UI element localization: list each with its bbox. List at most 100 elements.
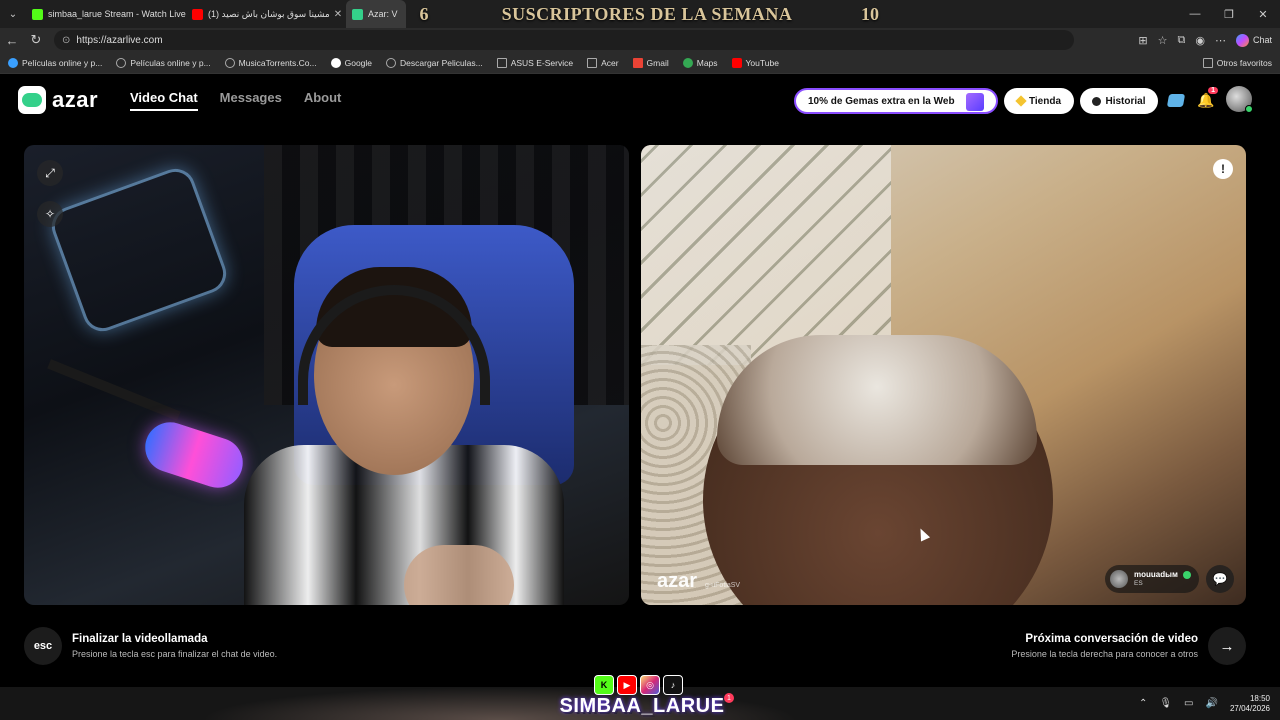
instagram-icon: ◎: [640, 675, 660, 695]
url-field[interactable]: ⊙ https://azarlive.com: [54, 30, 1074, 50]
bookmark-item[interactable]: Descargar Peliculas...: [386, 57, 483, 68]
bookmark-label: Google: [344, 57, 373, 68]
microphone-icon[interactable]: 🎙: [1159, 698, 1172, 709]
tab-kick-stream[interactable]: simbaa_larue Stream - Watch Live ✕: [26, 0, 186, 28]
site-info-icon[interactable]: ⊙: [62, 35, 70, 46]
tab-label: Azar: V: [368, 9, 398, 19]
azar-favicon-icon: [352, 8, 363, 20]
azar-logo-text: azar: [52, 87, 99, 112]
system-tray: ⌃ 🎙 ▭ 🔊 18:50 27/04/2026: [1139, 687, 1270, 720]
reload-icon[interactable]: ↻: [24, 28, 48, 52]
globe-icon: [386, 57, 397, 68]
globe-icon: [224, 57, 235, 68]
clock-icon: [1092, 96, 1102, 106]
bookmark-label: Descargar Peliculas...: [400, 57, 483, 68]
close-tab-icon[interactable]: ✕: [330, 9, 342, 20]
expand-icon[interactable]: ⤢: [37, 160, 63, 186]
shop-button[interactable]: Tienda: [1004, 88, 1074, 114]
minimize-icon[interactable]: —: [1178, 0, 1212, 28]
notifications-bell-icon[interactable]: 🔔 1: [1196, 87, 1218, 110]
azar-watermark: azar g-uFotiaSV: [657, 570, 740, 593]
bookmark-item[interactable]: Maps: [682, 57, 718, 68]
brand-badge: 1: [724, 693, 734, 703]
tab-youtube[interactable]: مشينا سوق بوشان باش نصيد (1) ✕: [186, 0, 346, 28]
subscribers-banner: 6 SUSCRIPTORES DE LA SEMANA 10: [412, 0, 882, 28]
next-chat-title: Próxima conversación de video: [1025, 633, 1198, 645]
partner-country: ES: [1134, 579, 1143, 587]
youtube-icon: [731, 57, 742, 68]
bookmark-item[interactable]: MusicaTorrents.Co...: [224, 57, 317, 68]
report-icon[interactable]: !: [1213, 159, 1233, 179]
gift-icon: [966, 93, 984, 111]
user-avatar[interactable]: [1226, 86, 1253, 113]
youtube-favicon-icon: [192, 8, 203, 20]
tab-label: simbaa_larue Stream - Watch Live: [48, 9, 186, 19]
chat-label: Chat: [1252, 35, 1272, 45]
streamer-name: SIMBAA_LARUE: [559, 695, 725, 717]
tiktok-icon: ♪: [663, 675, 683, 695]
notification-badge: 1: [1208, 87, 1218, 94]
next-chat-hint: Próxima conversación de video Presione l…: [1011, 627, 1246, 665]
effects-wand-icon[interactable]: ✧: [37, 201, 63, 227]
volume-icon[interactable]: 🔊: [1206, 698, 1218, 709]
history-label: Historial: [1105, 95, 1146, 107]
bookmark-label: Acer: [601, 57, 619, 68]
close-window-icon[interactable]: ✕: [1246, 0, 1280, 28]
network-icon[interactable]: ▭: [1184, 698, 1193, 709]
partner-avatar: [1110, 570, 1128, 588]
azar-header: azar Video Chat Messages About 10% de Ge…: [0, 74, 1280, 128]
nav-messages[interactable]: Messages: [220, 90, 282, 111]
gems-promo-button[interactable]: 10% de Gemas extra en la Web: [794, 88, 998, 114]
tab-list-icon[interactable]: ⌄: [0, 0, 26, 28]
banner-right-number: 10: [861, 3, 879, 24]
next-chat-arrow-icon[interactable]: →: [1208, 627, 1246, 665]
azar-logo-icon: [18, 86, 46, 114]
window-controls: — ❐ ✕: [1178, 0, 1280, 28]
back-icon[interactable]: ←: [0, 28, 24, 52]
nav-video-chat[interactable]: Video Chat: [130, 90, 198, 111]
maps-pin-icon: [682, 57, 693, 68]
chat-bubble-icon[interactable]: 💬: [1206, 565, 1234, 593]
end-call-hint: esc Finalizar la videollamada Presione l…: [24, 627, 277, 665]
more-icon[interactable]: ⋯: [1215, 34, 1226, 47]
bookmark-item[interactable]: Gmail: [632, 57, 669, 68]
tray-chevron-icon[interactable]: ⌃: [1139, 698, 1147, 709]
bookmark-item[interactable]: Películas online y p...: [8, 57, 103, 68]
collections-icon[interactable]: ⧉: [1178, 34, 1186, 47]
other-bookmarks-folder[interactable]: Otros favoritos: [1202, 57, 1272, 68]
profile-icon[interactable]: ◉: [1195, 34, 1205, 47]
restore-icon[interactable]: ❐: [1212, 0, 1246, 28]
end-call-button[interactable]: esc: [24, 627, 62, 665]
toolbar-icons: ⊞ ☆ ⧉ ◉ ⋯ Chat: [1138, 33, 1272, 47]
gems-balance-icon[interactable]: [1166, 90, 1186, 110]
partner-profile-pill[interactable]: mouuadым ES: [1105, 565, 1199, 593]
online-status-dot: [1245, 105, 1253, 113]
history-button[interactable]: Historial: [1080, 88, 1158, 114]
bookmark-item[interactable]: ASUS E-Service: [496, 57, 574, 68]
bookmark-label: MusicaTorrents.Co...: [238, 57, 317, 68]
other-bookmarks-label: Otros favoritos: [1216, 57, 1272, 68]
bookmark-label: ASUS E-Service: [510, 57, 574, 68]
bookmark-label: Películas online y p...: [22, 57, 103, 68]
bookmark-item[interactable]: Google: [330, 57, 373, 68]
bookmark-item[interactable]: YouTube: [731, 57, 779, 68]
bookmark-item[interactable]: Películas online y p...: [116, 57, 211, 68]
azar-logo[interactable]: azar: [18, 86, 98, 114]
url-text: https://azarlive.com: [76, 34, 163, 46]
taskbar-clock[interactable]: 18:50 27/04/2026: [1230, 694, 1270, 714]
favorite-star-icon[interactable]: ☆: [1158, 34, 1168, 47]
copilot-chat-button[interactable]: Chat: [1235, 33, 1272, 47]
bookmark-label: Películas online y p...: [130, 57, 211, 68]
clock-time: 18:50: [1249, 693, 1270, 703]
verified-icon: [1183, 571, 1191, 579]
bookmark-label: Maps: [696, 57, 718, 68]
next-chat-subtitle: Presione la tecla derecha para conocer a…: [1011, 649, 1198, 659]
nav-about[interactable]: About: [304, 90, 342, 111]
youtube-icon: ▶: [617, 675, 637, 695]
bookmark-item[interactable]: Acer: [587, 57, 619, 68]
extensions-icon[interactable]: ⊞: [1138, 34, 1147, 47]
bookmark-label: Gmail: [646, 57, 669, 68]
tab-azar[interactable]: Azar: V: [346, 0, 406, 28]
shop-label: Tienda: [1028, 95, 1062, 107]
tab-label: مشينا سوق بوشان باش نصيد (1): [208, 8, 330, 19]
